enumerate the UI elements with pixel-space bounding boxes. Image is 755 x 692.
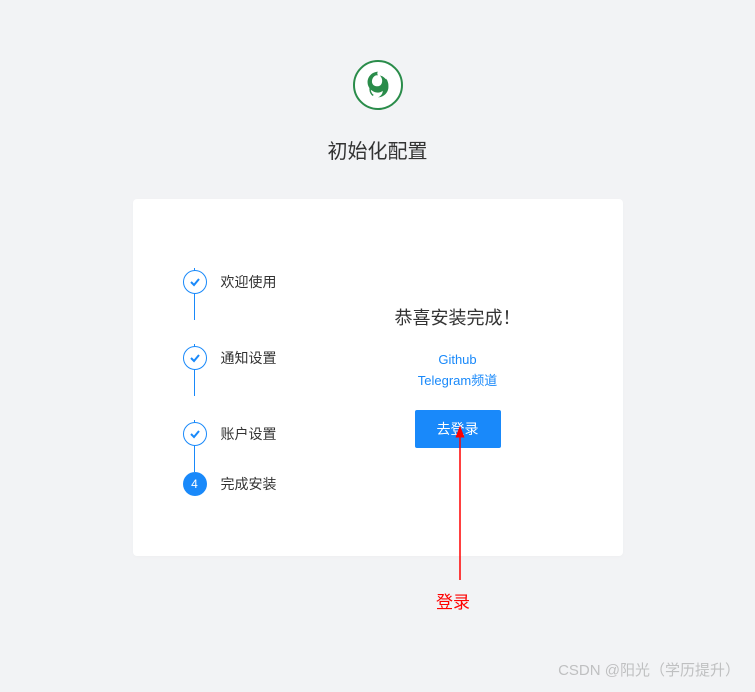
wizard-content: 恭喜安装完成！ Github Telegram频道 去登录 [343,244,573,496]
steps-sidebar: 欢迎使用 通知设置 账户设置 4 完成安装 [183,244,343,496]
step-account: 账户设置 [183,396,343,472]
step-complete: 4 完成安装 [183,472,343,496]
setup-wizard-container: 初始化配置 欢迎使用 通知设置 账户设置 [0,0,755,556]
step-label: 完成安装 [221,474,277,494]
check-icon [183,346,207,370]
success-title: 恭喜安装完成！ [395,304,521,330]
step-number-icon: 4 [183,472,207,496]
step-notification: 通知设置 [183,320,343,396]
login-button[interactable]: 去登录 [415,410,501,448]
check-icon [183,422,207,446]
annotation-label: 登录 [436,588,470,613]
check-icon [183,270,207,294]
page-title: 初始化配置 [328,135,428,164]
step-label: 欢迎使用 [221,272,277,292]
telegram-link[interactable]: Telegram频道 [418,370,497,389]
step-label: 通知设置 [221,348,277,368]
step-label: 账户设置 [221,424,277,444]
github-link[interactable]: Github [438,352,476,367]
app-logo [353,60,403,110]
watermark: CSDN @阳光（学历提升） [558,659,740,680]
step-welcome: 欢迎使用 [183,244,343,320]
wizard-card: 欢迎使用 通知设置 账户设置 4 完成安装 [133,199,623,556]
